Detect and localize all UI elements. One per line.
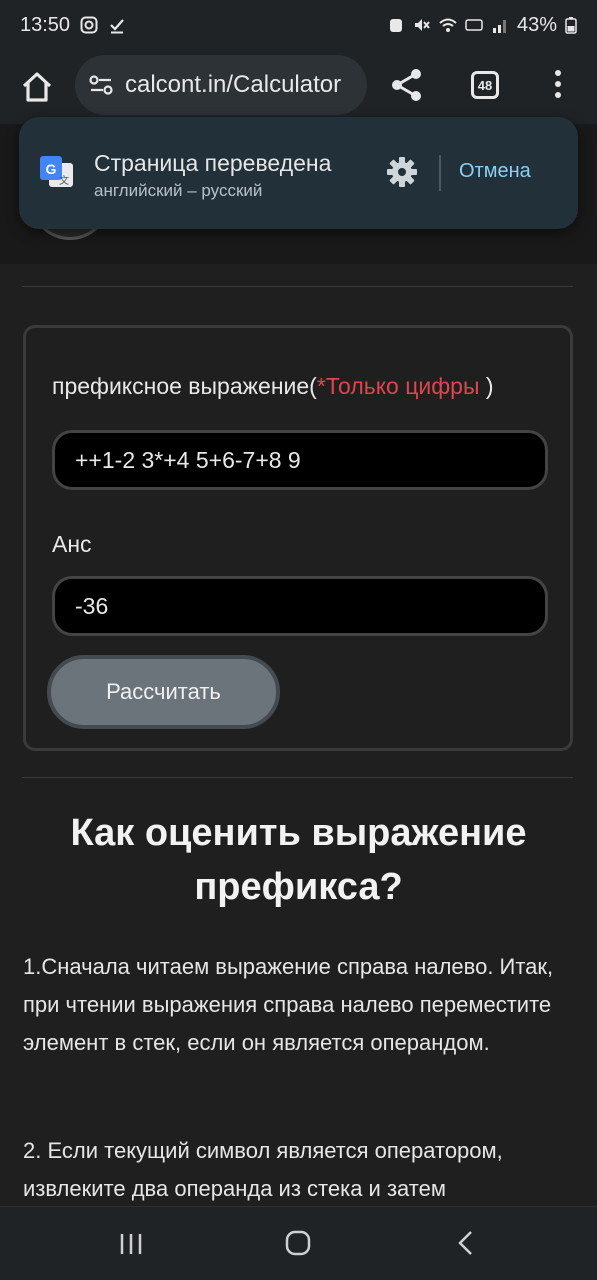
site-settings-icon[interactable] xyxy=(87,71,115,99)
google-translate-icon: G 文 xyxy=(40,156,73,187)
divider xyxy=(22,286,573,287)
tab-count: 48 xyxy=(477,77,493,93)
article-heading: Как оценить выражение префикса? xyxy=(70,812,527,908)
article-paragraph-1: 1.Сначала читаем выражение справа налево… xyxy=(23,954,554,1055)
battery-icon xyxy=(565,17,577,34)
popup-subtitle: английский – русский xyxy=(94,181,263,200)
more-menu-icon[interactable] xyxy=(548,66,568,106)
wifi-icon xyxy=(439,18,457,32)
browser-toolbar: calcont.in/Calculator 48 xyxy=(0,50,597,124)
article-paragraph-2: 2. Если текущий символ является оператор… xyxy=(23,1138,503,1201)
download-done-icon xyxy=(110,19,124,34)
gear-icon[interactable] xyxy=(385,155,419,189)
answer-field[interactable]: -36 xyxy=(52,576,548,636)
volte-icon xyxy=(465,19,483,31)
battery-percent: 43% xyxy=(516,13,557,36)
popup-divider xyxy=(439,155,441,191)
alarm-icon xyxy=(389,19,402,32)
answer-value: -36 xyxy=(75,592,109,619)
home-icon[interactable] xyxy=(18,68,56,106)
instagram-icon xyxy=(80,16,98,34)
calculate-button[interactable]: Рассчитать xyxy=(47,655,280,729)
divider xyxy=(22,777,573,778)
answer-label: Анс xyxy=(52,531,92,557)
home-nav-icon[interactable] xyxy=(284,1229,312,1257)
recent-apps-icon[interactable] xyxy=(118,1231,144,1257)
prefix-expression-label: префиксное выражение(*Только цифры ) xyxy=(52,373,494,400)
expression-value: ++1-2 3*+4 5+6-7+8 9 xyxy=(75,446,301,473)
url-text[interactable]: calcont.in/Calculator xyxy=(125,71,341,99)
status-time: 13:50 xyxy=(20,13,71,36)
back-icon[interactable] xyxy=(452,1229,480,1257)
svg-text:文: 文 xyxy=(59,174,69,187)
expression-input[interactable]: ++1-2 3*+4 5+6-7+8 9 xyxy=(52,430,548,490)
status-bar: 13:50 43% xyxy=(0,0,597,50)
cancel-translation-button[interactable]: Отмена xyxy=(459,160,531,183)
digits-only-hint: *Только цифры xyxy=(316,373,480,399)
address-bar[interactable]: calcont.in/Calculator xyxy=(75,55,367,115)
tab-switcher-button[interactable]: 48 xyxy=(471,71,499,99)
svg-text:G: G xyxy=(46,161,57,177)
prefix-label-close: ) xyxy=(479,373,494,399)
calculator-card: префиксное выражение(*Только цифры ) ++1… xyxy=(23,325,573,751)
share-icon[interactable] xyxy=(388,66,426,104)
prefix-label-text: префиксное выражение( xyxy=(52,373,317,399)
popup-title: Страница переведена xyxy=(94,150,332,176)
translate-popup: G 文 Страница переведена английский – рус… xyxy=(19,117,578,229)
mute-icon xyxy=(414,19,430,31)
signal-icon xyxy=(492,20,506,33)
system-nav-bar xyxy=(0,1206,597,1280)
